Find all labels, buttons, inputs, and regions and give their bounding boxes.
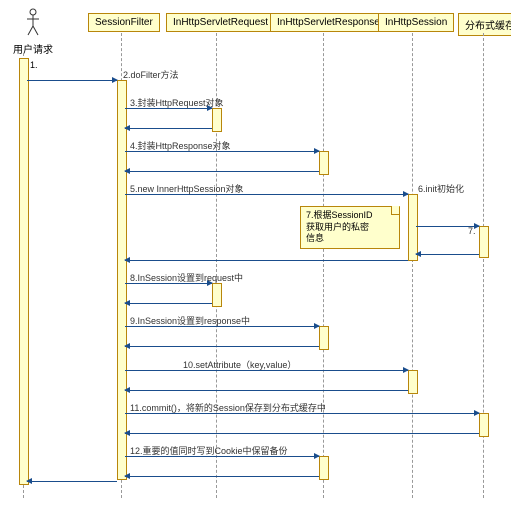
- participant-response: InHttpServletResponse: [270, 13, 387, 32]
- msg-final-return: [27, 481, 117, 482]
- lifeline-response: [323, 33, 324, 498]
- msg-9-return: [125, 346, 319, 347]
- msg-2-label: 2.doFilter方法: [123, 68, 179, 81]
- actor-label: 用户请求: [13, 41, 53, 56]
- sequence-diagram: 用户请求 SessionFilter InHttpServletRequest …: [8, 8, 503, 508]
- note-7-line2: 获取用户的私密: [306, 222, 394, 234]
- msg-11-return: [125, 433, 479, 434]
- msg-4-return: [125, 171, 319, 172]
- msg-10-label: 10.setAttribute（key,value）: [183, 358, 296, 371]
- msg-3-return: [125, 128, 212, 129]
- participant-session-filter: SessionFilter: [88, 13, 160, 32]
- activation-sess-2: [408, 370, 418, 394]
- msg-4-label: 4.封装HttpResponse对象: [130, 139, 231, 152]
- actor-icon: [26, 8, 40, 36]
- activation-filter: [117, 80, 127, 480]
- activation-resp-1: [319, 151, 329, 175]
- msg-5-label: 5.new InnerHttpSession对象: [130, 182, 244, 195]
- msg-2: [27, 80, 117, 81]
- msg-3-label: 3.封装HttpRequest对象: [130, 96, 224, 109]
- note-7-line3: 信息: [306, 233, 394, 245]
- msg-6-label: 6.init初始化: [418, 182, 464, 195]
- note-7: 7.根据SessionID 获取用户的私密 信息: [300, 206, 400, 249]
- msg-12-label: 12.重要的值同时写到Cookie中保留备份: [130, 444, 288, 457]
- activation-cache-1: [479, 226, 489, 258]
- activation-req-2: [212, 283, 222, 307]
- activation-cache-2: [479, 413, 489, 437]
- msg-11-label: 11.commit()，将新的Session保存到分布式缓存中: [130, 401, 326, 414]
- msg-7-label: 7.: [468, 226, 476, 236]
- msg-8-label: 8.InSession设置到request中: [130, 271, 243, 284]
- note-7-line1: 7.根据SessionID: [306, 210, 394, 222]
- lifeline-session: [412, 33, 413, 498]
- msg-7-return: [416, 254, 479, 255]
- msg-1-label: 1.: [30, 60, 38, 70]
- activation-actor: [19, 58, 29, 485]
- activation-req-1: [212, 108, 222, 132]
- participant-cache: 分布式缓存: [458, 13, 511, 36]
- participant-session: InHttpSession: [378, 13, 454, 32]
- actor: 用户请求: [13, 8, 53, 56]
- msg-5-return: [125, 260, 408, 261]
- msg-8-return: [125, 303, 212, 304]
- msg-10-return: [125, 390, 408, 391]
- activation-resp-3: [319, 456, 329, 480]
- activation-resp-2: [319, 326, 329, 350]
- participant-request: InHttpServletRequest: [166, 13, 275, 32]
- msg-9-label: 9.InSession设置到response中: [130, 314, 250, 327]
- msg-12-return: [125, 476, 319, 477]
